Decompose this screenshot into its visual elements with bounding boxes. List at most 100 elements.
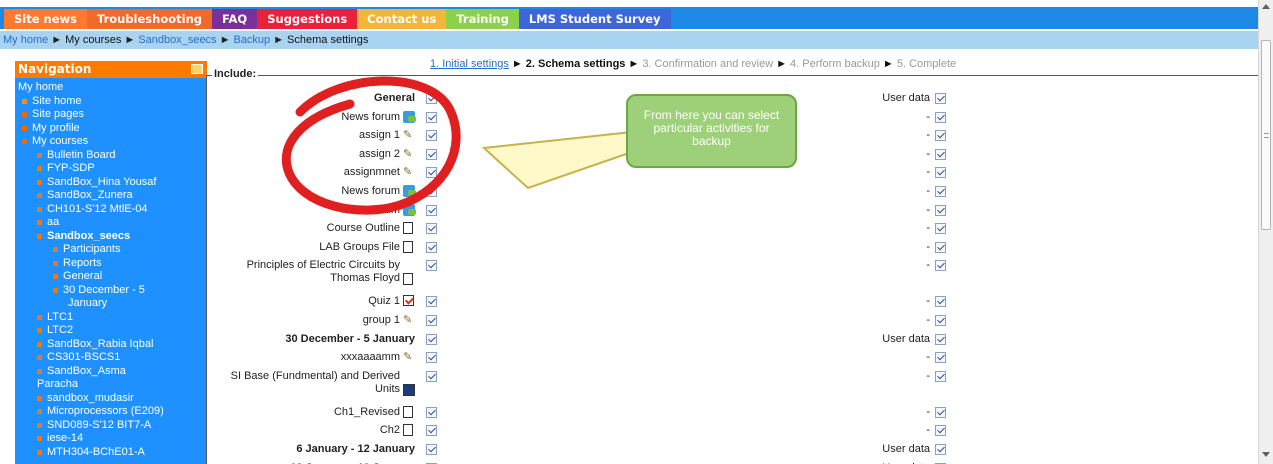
activity-row: assignmnet	[0, 166, 400, 179]
step-initial-settings[interactable]: 1. Initial settings	[430, 58, 509, 70]
user-data-checkbox[interactable]	[935, 260, 946, 272]
user-data-checkbox[interactable]	[935, 186, 946, 197]
include-checkbox[interactable]	[426, 111, 437, 123]
include-legend: Include:	[212, 68, 259, 80]
user-data-checkbox[interactable]	[935, 315, 946, 326]
include-checkbox[interactable]	[426, 296, 437, 308]
step-arrow: ►	[511, 58, 523, 70]
document-icon	[403, 240, 413, 253]
user-data-dash: -	[926, 129, 930, 142]
user-data-dash: -	[926, 110, 930, 123]
tab-lms-student-survey[interactable]: LMS Student Survey	[518, 9, 671, 29]
user-data-checkbox[interactable]	[935, 296, 946, 308]
user-data-checkbox[interactable]	[935, 241, 946, 253]
include-checkbox[interactable]	[426, 315, 437, 326]
activity-row: Quiz 1	[0, 295, 400, 308]
breadcrumb-separator: ►	[51, 34, 63, 46]
activity-label: Course Outline	[326, 222, 400, 235]
activity-label: Ch1_Revised	[333, 405, 400, 418]
annotation-callout: From here you can select particular acti…	[626, 94, 797, 168]
include-checkbox[interactable]	[426, 370, 437, 382]
user-data-checkbox[interactable]	[935, 93, 946, 104]
user-data-label: User data	[882, 443, 930, 455]
user-data-checkbox[interactable]	[935, 111, 946, 123]
section-row: General	[0, 92, 415, 105]
activity-label: Principles of Electric Circuits by	[246, 259, 400, 272]
activity-row: News forum	[0, 185, 400, 198]
include-checkbox[interactable]	[426, 333, 437, 345]
section-row: 30 December - 5 January	[0, 333, 415, 346]
include-checkbox[interactable]	[426, 93, 437, 104]
include-checkbox[interactable]	[426, 352, 437, 364]
tab-troubleshooting[interactable]: Troubleshooting	[86, 9, 212, 29]
user-data-checkbox[interactable]	[935, 444, 946, 455]
user-data-dash: -	[926, 424, 930, 437]
user-data-label: User data	[882, 332, 930, 345]
breadcrumb: My home ► My courses ► Sandbox_seecs ► Backup ►…	[0, 31, 1258, 49]
include-checkbox[interactable]	[426, 186, 437, 197]
include-checkbox[interactable]	[426, 406, 437, 418]
forum-icon	[403, 203, 416, 216]
user-data-checkbox[interactable]	[935, 406, 946, 418]
user-data-checkbox[interactable]	[935, 425, 946, 437]
scroll-thumb[interactable]	[1261, 40, 1271, 230]
activity-row: LAB Groups File	[0, 241, 400, 254]
tree-bullet-icon	[37, 395, 42, 401]
activity-row: SI Base (Fundmental) and Derived Units	[0, 370, 400, 396]
image-icon	[403, 383, 415, 396]
user-data-checkbox[interactable]	[935, 370, 946, 382]
user-data-checkbox[interactable]	[935, 167, 946, 179]
assignment-icon: ✎	[403, 351, 413, 364]
activity-label: Quiz 1	[368, 295, 400, 308]
user-data-dash: -	[926, 314, 930, 326]
step-confirmation: 3. Confirmation and review	[642, 58, 774, 70]
step-perform-backup: 4. Perform backup	[790, 58, 880, 70]
activity-row: Ch1_Revised	[0, 406, 400, 419]
include-checkbox[interactable]	[426, 204, 437, 216]
tab-site-news[interactable]: Site news	[4, 9, 87, 29]
forum-icon	[403, 185, 416, 197]
main-tabs: Site news Troubleshooting FAQ Suggestions Co…	[4, 9, 671, 29]
include-checkbox[interactable]	[426, 425, 437, 437]
assignment-icon: ✎	[403, 129, 413, 142]
tab-faq[interactable]: FAQ	[212, 9, 258, 29]
user-data-checkbox[interactable]	[935, 204, 946, 216]
include-checkbox[interactable]	[426, 130, 437, 142]
tab-contact-us[interactable]: Contact us	[357, 9, 447, 29]
tab-training[interactable]: Training	[446, 9, 519, 29]
user-data-dash: -	[926, 295, 930, 308]
section-label: 6 January - 12 January	[296, 443, 415, 455]
breadcrumb-course[interactable]: Sandbox_seecs	[138, 34, 216, 46]
scroll-down-icon[interactable]	[1262, 452, 1270, 457]
include-checkbox[interactable]	[426, 260, 437, 272]
user-data-checkbox[interactable]	[935, 130, 946, 142]
user-data-checkbox[interactable]	[935, 223, 946, 235]
assignment-icon: ✎	[403, 147, 413, 160]
activity-row: assign 1	[0, 129, 400, 142]
breadcrumb-separator: ►	[273, 34, 285, 46]
include-checkbox[interactable]	[426, 167, 437, 179]
activity-label-cont: Units	[374, 382, 400, 395]
include-checkbox[interactable]	[426, 148, 437, 160]
section-row: 6 January - 12 January	[0, 443, 415, 456]
step-schema-settings: 2. Schema settings	[525, 58, 626, 70]
activity-label: News forum	[341, 203, 400, 216]
include-checkbox[interactable]	[426, 223, 437, 235]
activity-label: LAB Groups File	[319, 240, 400, 253]
user-data-checkbox[interactable]	[935, 148, 946, 160]
include-checkbox[interactable]	[426, 241, 437, 253]
breadcrumb-home[interactable]: My home	[3, 34, 48, 46]
include-checkbox[interactable]	[426, 444, 437, 455]
tab-suggestions[interactable]: Suggestions	[257, 9, 358, 29]
scroll-up-icon[interactable]	[1262, 4, 1270, 9]
block-collapse-icon[interactable]	[191, 64, 203, 74]
document-icon	[403, 424, 413, 437]
breadcrumb-current: Schema settings	[287, 34, 369, 46]
breadcrumb-my-courses[interactable]: My courses	[65, 34, 121, 46]
user-data-checkbox[interactable]	[935, 333, 946, 345]
user-data-checkbox[interactable]	[935, 352, 946, 364]
breadcrumb-backup[interactable]: Backup	[233, 34, 270, 46]
user-data-label: User data	[882, 92, 930, 104]
step-complete: 5. Complete	[896, 58, 957, 70]
vertical-scrollbar[interactable]	[1258, 0, 1273, 464]
